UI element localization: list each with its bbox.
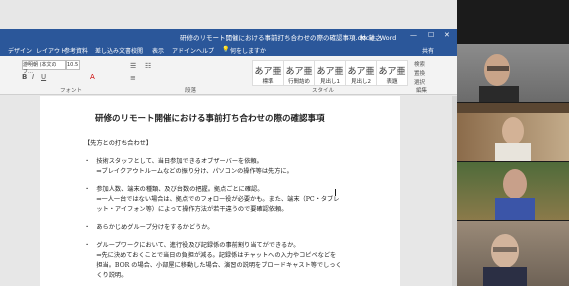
tell-me-search[interactable]: 何をしますか [230,46,266,55]
maximize-icon[interactable]: ☐ [428,31,434,39]
style-preview: あア亜 [285,67,313,77]
doc-line: ・ あらかじめグループ分けをするかどうか。 [84,224,214,231]
person-video-icon [479,54,519,102]
style-no-spacing[interactable]: あア亜 行間詰め [283,60,315,86]
section-heading: 【先方との打ち合わせ】 [84,140,152,147]
font-name-select[interactable]: 游明朝 (本文のフ… [22,60,66,75]
close-icon[interactable]: ✕ [444,31,450,39]
person-video-icon [483,234,527,286]
font-color-button[interactable]: A [90,73,95,81]
word-window: 研修のリモート開催における事前打ち合わせの際の確認事項.docx - Word … [0,0,457,286]
text-cursor-icon: I [334,188,337,199]
person-video-icon [457,103,569,161]
ribbon: 游明朝 (本文のフ… 10.5 B I U A フォント ☰ ☷ ≡ 段落 あア… [0,56,457,95]
doc-line: ⇒ブレイクアウトルームなどの振り分け、パソコンの操作等は先方に。 [84,168,293,175]
style-title[interactable]: あア亜 表題 [376,60,408,86]
italic-button[interactable]: I [32,73,34,81]
doc-line: ⇒先に決めておくことで当日の負担が減る。記録係はチャットへの入力やコピペなどを [84,252,337,259]
font-size-select[interactable]: 10.5 [66,60,80,70]
align-left-icon[interactable]: ≡ [130,74,136,82]
group-paragraph-label: 段落 [185,88,197,94]
group-styles-label: スタイル [312,88,335,94]
doc-line: ⇒一人一台ではない場合は、拠点でのフォロー役が必要かも。また、端末（PC・タブレ [84,196,340,203]
tab-references[interactable]: 参考資料 [64,46,88,55]
style-preview: あア亜 [378,67,406,77]
style-preview: あア亜 [316,67,344,77]
tab-addins[interactable]: アドイン [172,46,196,55]
video-tile-participant-4[interactable] [457,221,569,286]
select-button[interactable]: 選択 [414,78,425,86]
style-heading2[interactable]: あア亜見出し2 [345,60,377,86]
font-size-value: 10.5 [67,62,79,68]
tab-review[interactable]: 校閲 [131,46,143,55]
bold-button[interactable]: B [22,73,27,81]
underline-button[interactable]: U [41,73,46,81]
style-name: 見出し1 [320,79,340,85]
document-page[interactable]: 研修のリモート開催における事前打ち合わせの際の確認事項 【先方との打ち合わせ】 … [40,96,400,286]
group-edit-label: 編集 [416,88,428,94]
replace-button[interactable]: 置換 [414,69,425,77]
video-tile-participant-1[interactable] [457,44,569,102]
lightbulb-icon: 💡 [222,46,230,53]
doc-line: くり説明。 [84,272,128,279]
share-button[interactable]: 共有 [422,46,434,55]
person-video-icon [495,169,535,220]
style-name: 見出し2 [351,79,371,85]
tab-layout[interactable]: レイアウト [36,46,66,55]
style-heading1[interactable]: あア亜見出し1 [314,60,346,86]
user-name[interactable]: 林 雄之 [360,32,382,42]
tab-view[interactable]: 表示 [152,46,164,55]
style-preview: あア亜 [254,67,282,77]
tab-design[interactable]: デザイン [8,46,32,55]
doc-line: ・ 参加人数、端末の種類、及び台数の把握。拠点ごとに確認。 [84,186,264,193]
font-name-value: 游明朝 (本文のフ… [23,62,57,75]
doc-line: ・ 技術スタッフとして、当日参加できるオブザーバーを依頼。 [84,158,263,165]
style-name: 表題 [386,79,398,85]
find-button[interactable]: 検索 [414,60,425,68]
doc-line: ・ グループワークにおいて、進行役及び記録係の事前割り当てができるか。 [84,242,300,249]
doc-line: ット・アイフォン等）によって操作方法が若干違うので要確認依頼。 [84,206,288,213]
style-normal[interactable]: あア亜 標準 [252,60,284,86]
minimize-icon[interactable]: — [410,31,417,39]
video-tile-participant-2[interactable] [457,103,569,161]
bullets-icon[interactable]: ☰ [130,62,136,70]
document-title: 研修のリモート開催における事前打ち合わせの際の確認事項 [95,114,325,124]
style-preview: あア亜 [347,67,375,77]
style-name: 行間詰め [287,79,310,85]
video-tile-participant-3[interactable] [457,162,569,220]
title-bar: 研修のリモート開催における事前打ち合わせの際の確認事項.docx - Word … [0,29,457,43]
doc-line: 担当。BOR の場合、小部屋に移動した場合、演習の説明をブロードキャスト等でしっ… [84,262,342,269]
tab-mailings[interactable]: 差し込み文書 [95,46,131,55]
tab-help[interactable]: ヘルプ [196,46,214,55]
numbering-icon[interactable]: ☷ [145,62,151,70]
ribbon-tabs: デザイン レイアウト 参考資料 差し込み文書 校閲 表示 アドイン ヘルプ 💡 … [0,43,457,56]
style-name: 標準 [262,79,274,85]
group-font-label: フォント [60,88,83,94]
